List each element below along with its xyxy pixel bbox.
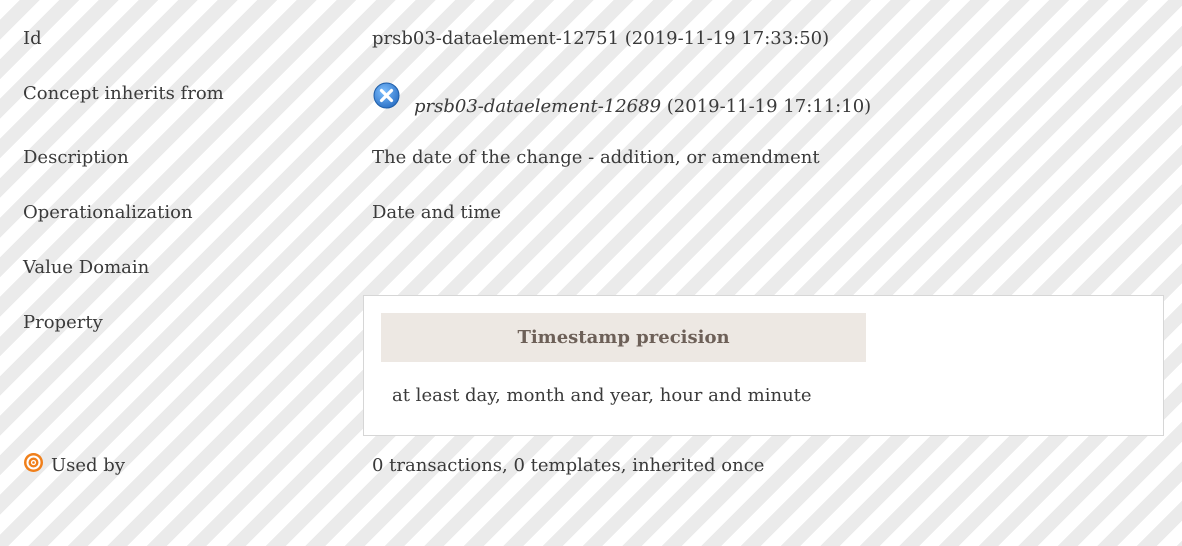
inherits-label: Concept inherits from — [23, 83, 224, 104]
property-value: at least day, month and year, hour and m… — [392, 385, 812, 406]
description-value: The date of the change - addition, or am… — [372, 147, 820, 168]
description-label: Description — [23, 147, 129, 168]
inherits-link[interactable]: prsb03-dataelement-12689 — [414, 96, 661, 117]
blue-x-circle-icon[interactable] — [373, 82, 400, 109]
value-domain-label: Value Domain — [23, 257, 150, 278]
inherits-value: prsb03-dataelement-12689 (2019-11-19 17:… — [414, 96, 871, 117]
orange-target-icon — [24, 453, 43, 472]
property-panel: Timestamp precision at least day, month … — [363, 295, 1164, 436]
inherits-date: (2019-11-19 17:11:10) — [666, 96, 872, 117]
operationalization-label: Operationalization — [23, 202, 193, 223]
used-by-label: Used by — [51, 455, 125, 476]
used-by-value: 0 transactions, 0 templates, inherited o… — [372, 455, 765, 476]
id-label: Id — [23, 28, 42, 49]
id-value: prsb03-dataelement-12751 (2019-11-19 17:… — [372, 28, 830, 49]
operationalization-value: Date and time — [372, 202, 502, 223]
property-header: Timestamp precision — [381, 313, 866, 362]
property-label: Property — [23, 312, 103, 333]
